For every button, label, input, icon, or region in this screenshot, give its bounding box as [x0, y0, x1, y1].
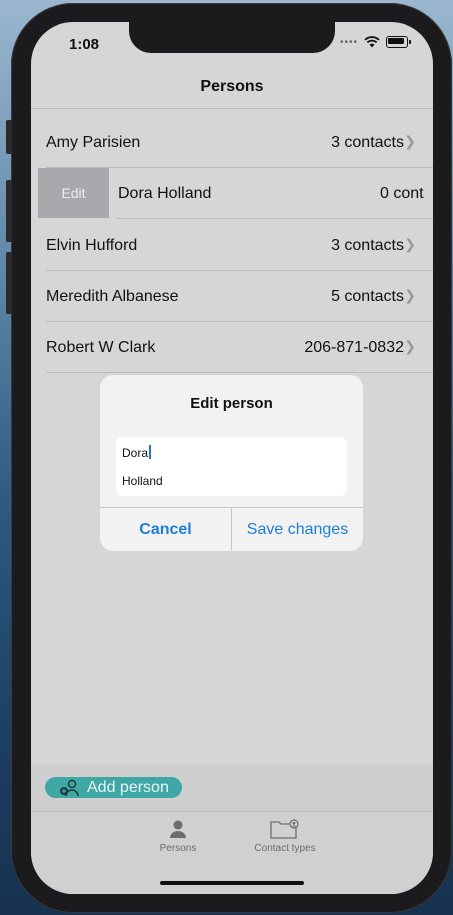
nav-divider — [31, 108, 433, 109]
chevron-right-icon: ❯ — [404, 338, 416, 354]
home-indicator — [160, 881, 304, 885]
person-plus-icon — [60, 779, 79, 796]
person-row-elvin-hufford[interactable]: Elvin Hufford 3 contacts ❯ — [31, 220, 433, 271]
edit-person-dialog: Edit person Dora Holland Cancel Save cha… — [100, 375, 363, 551]
screen: 1:08 •••• Persons Amy Parisien 3 contact… — [31, 22, 433, 894]
wifi-icon — [364, 36, 380, 48]
edit-swipe-button[interactable]: Edit — [38, 168, 109, 218]
person-name: Robert W Clark — [46, 338, 156, 356]
add-person-label: Add person — [87, 778, 169, 796]
folder-person-icon — [270, 819, 299, 839]
status-time: 1:08 — [69, 36, 100, 53]
notch — [129, 22, 335, 53]
person-detail: 3 contacts — [331, 133, 404, 151]
person-name: Amy Parisien — [46, 133, 141, 151]
tab-persons[interactable]: Persons — [133, 819, 223, 854]
tab-contact-types-label: Contact types — [254, 843, 316, 854]
dialog-fields: Dora Holland — [116, 437, 347, 496]
tab-contact-types[interactable]: Contact types — [240, 819, 330, 854]
person-detail-dora-holland: 0 cont — [380, 185, 424, 202]
person-icon — [170, 820, 186, 838]
first-name-value: Dora — [122, 446, 149, 460]
tab-persons-label: Persons — [159, 843, 197, 854]
status-icons: •••• — [340, 36, 411, 48]
page-title: Persons — [200, 78, 264, 95]
chevron-right-icon: ❯ — [404, 236, 416, 252]
battery-tip — [409, 40, 411, 44]
add-person-button[interactable]: Add person — [45, 777, 182, 798]
person-row-meredith-albanese[interactable]: Meredith Albanese 5 contacts ❯ — [31, 271, 433, 322]
person-name: Meredith Albanese — [46, 287, 179, 305]
mute-switch — [6, 120, 12, 154]
save-changes-button[interactable]: Save changes — [232, 508, 363, 551]
person-name-dora-holland[interactable]: Dora Holland — [118, 185, 211, 203]
battery-icon — [386, 36, 408, 48]
person-detail: 5 contacts — [331, 287, 404, 305]
cancel-button[interactable]: Cancel — [100, 508, 231, 551]
row-divider — [116, 218, 433, 219]
person-detail: 206-871-0832 — [304, 338, 404, 356]
person-detail: 3 contacts — [331, 236, 404, 254]
first-name-field[interactable]: Dora — [122, 445, 151, 460]
last-name-field[interactable]: Holland — [122, 474, 163, 488]
dialog-title: Edit person — [190, 395, 273, 412]
chevron-right-icon: ❯ — [404, 287, 416, 303]
chevron-right-icon: ❯ — [404, 133, 416, 149]
signal-icon: •••• — [339, 36, 358, 48]
row-divider — [46, 372, 433, 373]
person-row-robert-w-clark[interactable]: Robert W Clark 206-871-0832 ❯ — [31, 322, 433, 373]
text-caret — [149, 445, 151, 459]
person-row-amy-parisien[interactable]: Amy Parisien 3 contacts ❯ — [31, 117, 433, 168]
volume-up-button — [6, 180, 12, 242]
person-name: Elvin Hufford — [46, 236, 138, 254]
volume-down-button — [6, 252, 12, 314]
